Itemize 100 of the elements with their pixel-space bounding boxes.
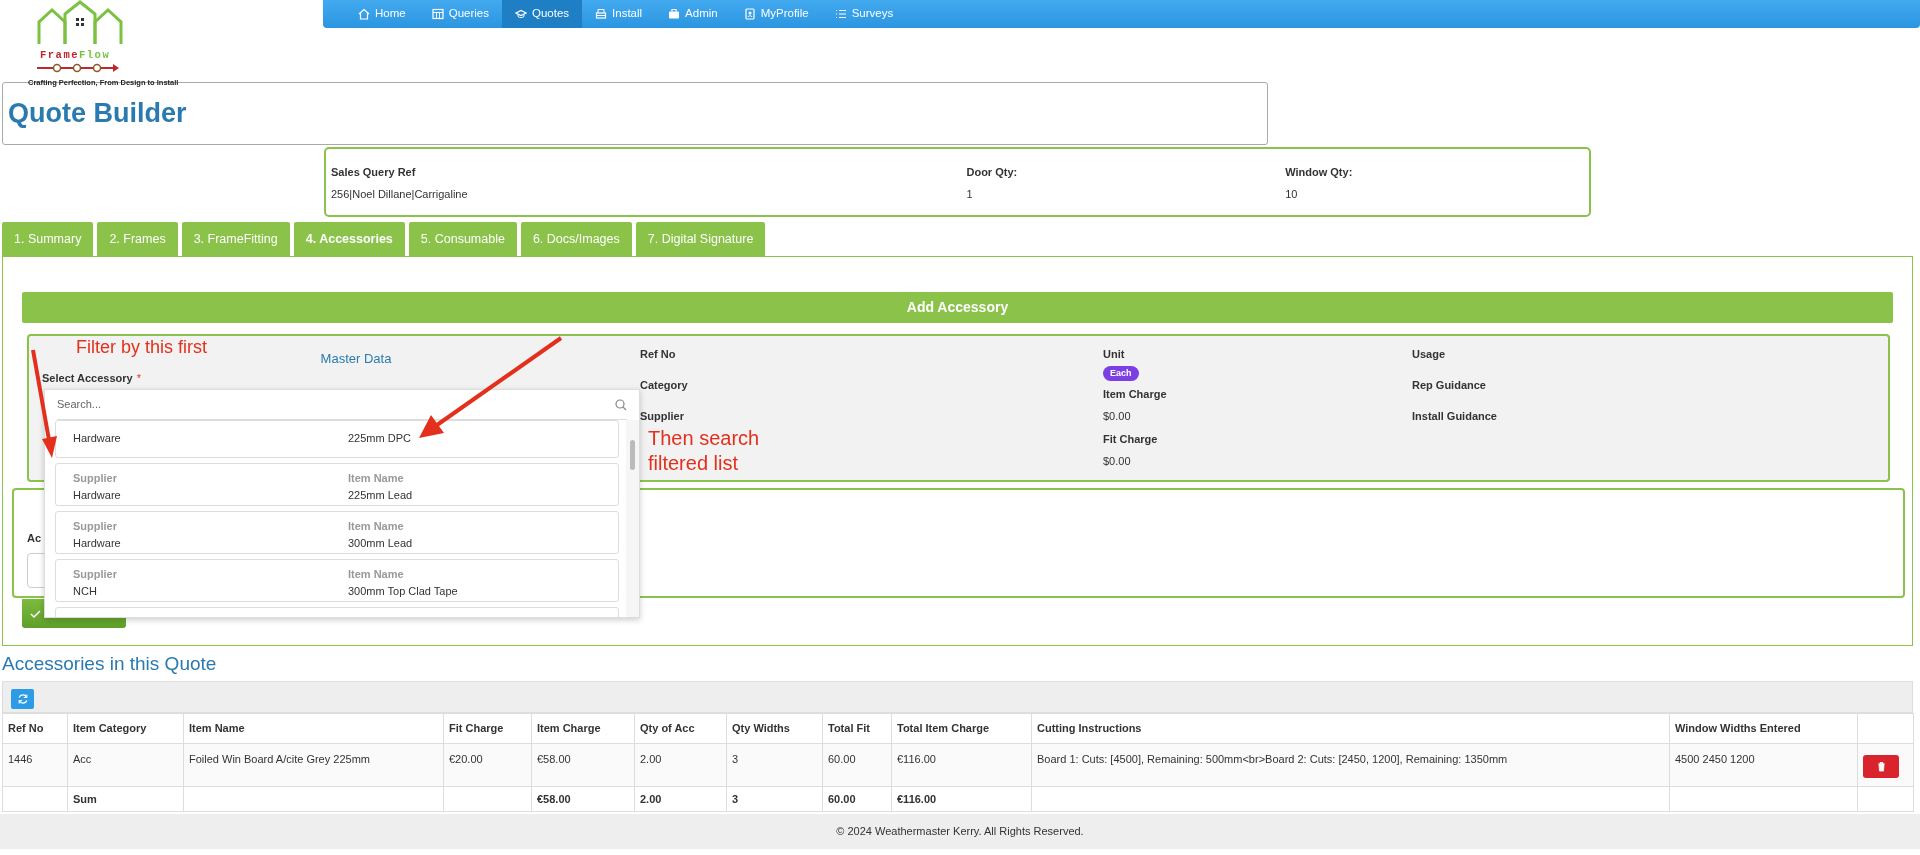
field-label: Sales Query Ref [331, 165, 416, 180]
total-cell: €116.00 [891, 786, 1032, 812]
table-icon [431, 8, 444, 20]
tab[interactable]: 5. Consumable [408, 222, 517, 256]
dropdown-option[interactable]: Supplier Hardware Item Name 300mm Lead [55, 511, 619, 554]
table-cell: Acc [67, 743, 184, 787]
column-header: Item Charge [531, 713, 635, 744]
required-mark: * [136, 372, 141, 384]
list-icon [834, 8, 847, 20]
column-header: Fit Charge [443, 713, 532, 744]
delete-button[interactable] [1863, 755, 1899, 778]
dropdown-option[interactable]: Supplier NCH Item Name 300mm Top Clad Tape [55, 559, 619, 602]
option-value: 300mm Top Clad Tape [348, 583, 458, 599]
option-value: 300mm Lead [348, 535, 413, 551]
table-cell: 2.00 [634, 743, 727, 787]
printer-icon [595, 8, 608, 20]
field-label: Rep Guidance [1412, 378, 1486, 393]
column-header: Window Widths Entered [1669, 713, 1858, 744]
option-label: Supplier [73, 519, 117, 534]
field-value: 256|Noel Dillane|Carrigaline [331, 187, 468, 200]
houses-logo-icon [35, 0, 125, 46]
nav-link[interactable]: Quotes [501, 0, 583, 28]
field-value: 1 [966, 187, 973, 200]
option-value: Hardware [73, 431, 121, 446]
option-value: Hardware [73, 535, 121, 551]
add-accessory-button[interactable]: Add Accessory [22, 292, 1893, 323]
dropdown-option[interactable]: Supplier Hardware Item Name 225mm Lead [55, 463, 619, 506]
field-label: Category [640, 378, 688, 393]
search-icon [615, 398, 627, 411]
total-cell: 60.00 [822, 786, 892, 812]
column-header: Ref No [2, 713, 68, 744]
unit-badge: Each [1103, 365, 1139, 381]
column-header: Total Item Charge [891, 713, 1032, 744]
field-label: Fit Charge [1103, 432, 1158, 447]
field-label: Usage [1412, 347, 1446, 362]
column-header: Qty Widths [726, 713, 823, 744]
field-value: 10 [1285, 187, 1298, 200]
table-cell: €116.00 [891, 743, 1032, 787]
field-label: Unit [1103, 347, 1125, 362]
field-label: Install Guidance [1412, 409, 1497, 424]
id-badge-icon [743, 8, 756, 20]
logo-wordmark: Frame Flow [40, 49, 111, 61]
field-value: $0.00 [1103, 453, 1131, 469]
search-field[interactable]: Search... [57, 390, 615, 420]
annotation-text: Then search filtered list [648, 426, 761, 476]
tab[interactable]: 2. Frames [97, 222, 178, 256]
table-cell: 60.00 [822, 743, 892, 787]
scrollbar[interactable] [626, 420, 639, 617]
section-title: Accessories in this Quote [2, 652, 217, 676]
tab[interactable]: 4. Accessories [293, 222, 405, 256]
nav-link[interactable]: MyProfile [730, 0, 822, 28]
field-label: Ac [27, 531, 42, 546]
nav-link[interactable]: Install [582, 0, 656, 28]
option-value: NCH [73, 583, 97, 599]
field-value: $0.00 [1103, 408, 1131, 424]
tab[interactable]: 1. Summary [2, 222, 94, 256]
timeline-logo-icon [35, 62, 121, 73]
nav-link[interactable]: Surveys [821, 0, 907, 28]
total-cell: 3 [726, 786, 823, 812]
nav-link[interactable]: Home [345, 0, 419, 28]
annotation-text: Filter by this first [76, 336, 209, 358]
option-value: Hardware [73, 487, 121, 503]
tab[interactable]: 7. Digital Signature [635, 222, 766, 256]
table-cell: 3 [726, 743, 823, 787]
column-header: Item Name [183, 713, 444, 744]
option-value: 225mm DPC [348, 431, 411, 446]
field-label: Select Accessory [42, 371, 133, 386]
trash-icon [1875, 761, 1887, 772]
column-header: Cutting Instructions [1031, 713, 1670, 744]
option-label: Item Name [348, 567, 404, 582]
footer-text: © 2024 Weathermaster Kerry. All Rights Reserved. [836, 824, 1084, 840]
total-cell: €58.00 [531, 786, 635, 812]
option-label: Item Name [348, 519, 404, 534]
table-cell: Board 1: Cuts: [4500], Remaining: 500mm<br>Board 2: Cuts: [2450, 1200], Remaining: 1350mm [1031, 743, 1670, 787]
home-icon [358, 8, 370, 20]
refresh-button[interactable] [11, 689, 34, 709]
total-cell: Sum [67, 786, 184, 812]
nav-link[interactable]: Admin [655, 0, 731, 28]
field-label: Ref No [640, 347, 676, 362]
total-cell: 2.00 [634, 786, 727, 812]
column-header: Item Category [67, 713, 184, 744]
table-cell: 1446 [2, 743, 68, 787]
section-heading: Master Data [320, 351, 392, 366]
field-label: Door Qty: [966, 165, 1018, 180]
table-cell: €58.00 [531, 743, 635, 787]
table-cell: 4500 2450 1200 [1669, 743, 1858, 787]
tab[interactable]: 6. Docs/Images [520, 222, 632, 256]
tab[interactable]: 3. FrameFitting [181, 222, 290, 256]
field-label: Window Qty: [1285, 165, 1353, 180]
field-label: Item Charge [1103, 387, 1167, 402]
graduation-cap-icon [514, 8, 527, 20]
briefcase-icon [668, 8, 681, 20]
check-icon [30, 608, 41, 619]
option-label: Supplier [73, 567, 117, 582]
nav-link[interactable]: Queries [418, 0, 502, 28]
refresh-icon [16, 693, 29, 705]
option-value: 225mm Lead [348, 487, 413, 503]
column-header: Qty of Acc [634, 713, 727, 744]
table-cell: €20.00 [443, 743, 532, 787]
dropdown-option[interactable]: Hardware 225mm DPC [55, 420, 619, 458]
